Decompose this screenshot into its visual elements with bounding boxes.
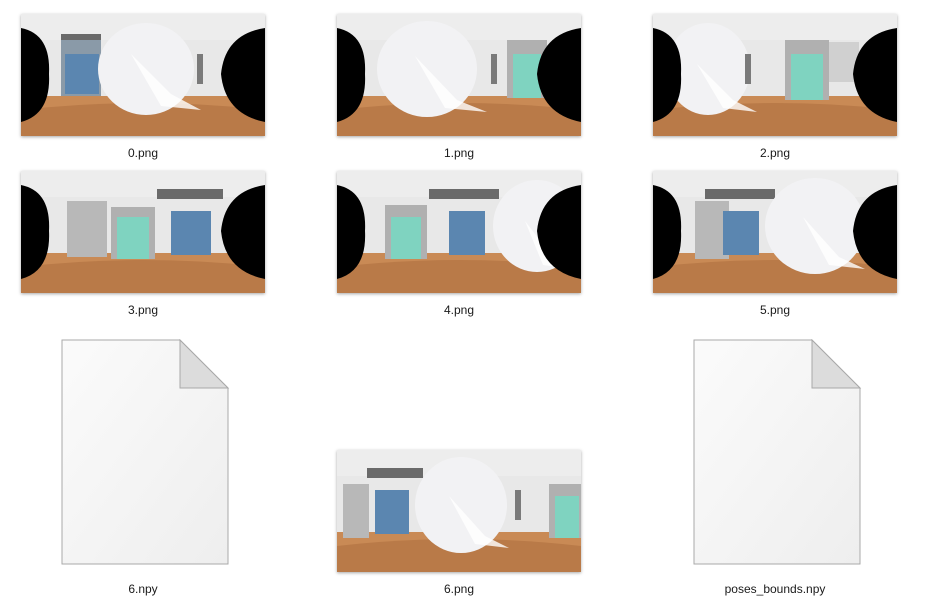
file-name-label: 1.png [443,146,475,160]
file-tile-6-png[interactable]: 6.png [334,448,584,598]
file-tile-4-png[interactable]: 4.png [334,169,584,319]
image-thumbnail-6-png [337,450,581,572]
file-tile-5-png[interactable]: 5.png [650,169,900,319]
file-name-label: 5.png [759,303,791,317]
panorama-picture [337,450,581,572]
file-tile-3-png[interactable]: 3.png [18,169,268,319]
file-name-label: 3.png [127,303,159,317]
file-name-label: 0.png [127,146,159,160]
panorama-picture [653,14,897,136]
file-tile-1-png[interactable]: 1.png [334,12,584,162]
file-tile-poses-bounds-npy[interactable]: poses_bounds.npy [650,335,900,600]
file-name-label: poses_bounds.npy [724,582,826,596]
image-thumbnail-5-png [653,171,897,293]
panorama-picture [653,171,897,293]
file-tile-6-npy[interactable]: 6.npy [18,335,268,600]
panorama-picture [337,14,581,136]
image-thumbnail-3-png [21,171,265,293]
file-name-label: 6.npy [128,582,158,596]
image-thumbnail-1-png [337,14,581,136]
file-name-label: 2.png [759,146,791,160]
panorama-picture [337,171,581,293]
file-name-label: 6.png [443,582,475,596]
blank-document-icon [60,339,232,565]
image-thumbnail-2-png [653,14,897,136]
file-name-label: 4.png [443,303,475,317]
image-thumbnail-0-png [21,14,265,136]
file-tile-2-png[interactable]: 2.png [650,12,900,162]
panorama-picture [21,171,265,293]
file-tile-0-png[interactable]: 0.png [18,12,268,162]
image-thumbnail-4-png [337,171,581,293]
panorama-picture [21,14,265,136]
blank-document-icon [692,339,864,565]
